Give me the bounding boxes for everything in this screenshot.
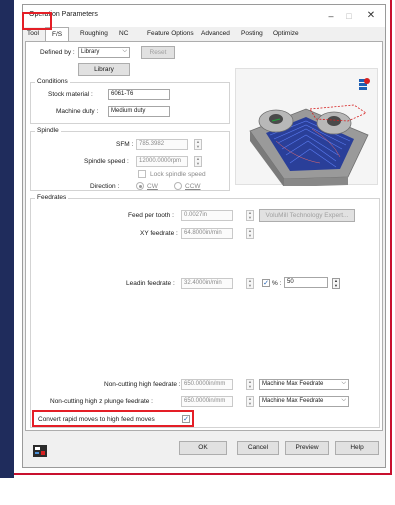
noncut-z-mode-select[interactable]: Machine Max Feedrate ⌵ (259, 396, 349, 407)
noncut-high-mode-select[interactable]: Machine Max Feedrate ⌵ (259, 379, 349, 390)
feed-per-tooth-field[interactable]: 0.0027in (181, 210, 233, 221)
minimize-button[interactable]: – (323, 9, 339, 23)
leadin-feedrate-label: Leadin feedrate : (126, 280, 175, 287)
xy-feedrate-spinner[interactable]: ▲ ▼ (246, 228, 254, 239)
spindle-speed-spinner[interactable]: ▲ ▼ (194, 156, 202, 167)
cw-radio[interactable] (136, 182, 144, 190)
leadin-feedrate-field[interactable]: 32.4000in/min (181, 278, 233, 289)
cancel-button[interactable]: Cancel (237, 441, 279, 455)
noncut-high-spinner[interactable]: ▲ ▼ (246, 379, 254, 390)
xy-feedrate-label: XY feedrate : (140, 230, 178, 237)
tab-tool[interactable]: Tool (27, 30, 39, 37)
maximize-button[interactable]: □ (341, 9, 357, 23)
machine-duty-label: Machine duty : (56, 108, 99, 115)
spindle-speed-field[interactable]: 12000.0000rpm (136, 156, 188, 167)
percent-label: % : (272, 280, 282, 287)
cw-label: CW (147, 183, 158, 190)
sfm-label: SFM : (116, 141, 134, 148)
tab-nc[interactable]: NC (119, 30, 128, 37)
help-button[interactable]: Help (335, 441, 379, 455)
conditions-title: Conditions (35, 78, 70, 85)
noncut-high-field[interactable]: 650.0000in/mm (181, 379, 233, 390)
sfm-field[interactable]: 785.3982 (136, 139, 188, 150)
feedrates-title: Feedrates (35, 194, 69, 201)
direction-label: Direction : (90, 183, 120, 190)
feed-per-tooth-spinner[interactable]: ▲ ▼ (246, 210, 254, 221)
fs-tab-panel: Defined by : Library ⌵ Reset Library Con… (25, 41, 383, 431)
tab-optimize[interactable]: Optimize (273, 30, 299, 37)
feed-per-tooth-label: Feed per tooth : (128, 212, 174, 219)
part-preview (235, 68, 378, 187)
ok-button[interactable]: OK (179, 441, 227, 455)
tab-roughing[interactable]: Roughing (80, 30, 108, 37)
spindle-title: Spindle (35, 127, 61, 134)
convert-rapid-highlight (32, 410, 194, 427)
noncut-z-mode-value: Machine Max Feedrate (262, 398, 324, 404)
noncut-z-field[interactable]: 650.0000in/mm (181, 396, 233, 407)
defined-by-label: Defined by : (40, 49, 75, 56)
operation-parameters-dialog: Operation Parameters – □ ✕ Tool F/S Roug… (22, 4, 386, 468)
left-decoration-band (0, 0, 14, 505)
bottom-band (0, 478, 395, 505)
defined-by-select[interactable]: Library ⌵ (78, 47, 130, 58)
stock-material-label: Stock material : (48, 91, 93, 98)
preview-button[interactable]: Preview (285, 441, 329, 455)
view-cube-icon[interactable] (356, 77, 370, 91)
volumill-button[interactable]: VoluMill Technology Expert... (259, 209, 355, 222)
lock-spindle-checkbox[interactable] (138, 170, 146, 178)
lock-spindle-label: Lock spindle speed (150, 171, 206, 178)
noncut-z-spinner[interactable]: ▲ ▼ (246, 396, 254, 407)
percent-field[interactable]: 50 (284, 277, 328, 288)
chevron-down-icon: ⌵ (341, 397, 346, 403)
chevron-down-icon: ⌵ (122, 48, 127, 54)
leadin-feedrate-spinner[interactable]: ▲ ▼ (246, 278, 254, 289)
library-button[interactable]: Library (78, 63, 130, 76)
leadin-percent-checkbox[interactable]: ✓ (262, 279, 270, 287)
tab-feature-options[interactable]: Feature Options (147, 30, 194, 37)
tab-posting[interactable]: Posting (241, 30, 263, 37)
tab-advanced[interactable]: Advanced (201, 30, 230, 37)
percent-spinner[interactable]: ▲ ▼ (332, 278, 340, 289)
close-button[interactable]: ✕ (363, 9, 379, 23)
noncut-z-label: Non-cutting high z plunge feedrate : (50, 398, 153, 405)
calculator-icon[interactable] (33, 445, 47, 457)
xy-feedrate-field[interactable]: 64.8000in/min (181, 228, 233, 239)
title-bar: Operation Parameters – □ ✕ (23, 5, 385, 27)
ccw-label: CCW (185, 183, 201, 190)
fs-tab-highlight (22, 12, 52, 30)
chevron-down-icon: ⌵ (341, 380, 346, 386)
defined-by-value: Library (81, 49, 100, 55)
reset-button[interactable]: Reset (141, 46, 175, 59)
machine-duty-field[interactable]: Medium duty (108, 106, 170, 117)
ccw-radio[interactable] (174, 182, 182, 190)
spindle-speed-label: Spindle speed : (84, 158, 129, 165)
tab-bar: Tool F/S Roughing NC Feature Options Adv… (23, 27, 385, 42)
noncut-high-label: Non-cutting high feedrate : (104, 381, 181, 388)
stock-material-field[interactable]: 6061-T6 (108, 89, 170, 100)
sfm-spinner[interactable]: ▲ ▼ (194, 139, 202, 150)
noncut-high-mode-value: Machine Max Feedrate (262, 381, 324, 387)
